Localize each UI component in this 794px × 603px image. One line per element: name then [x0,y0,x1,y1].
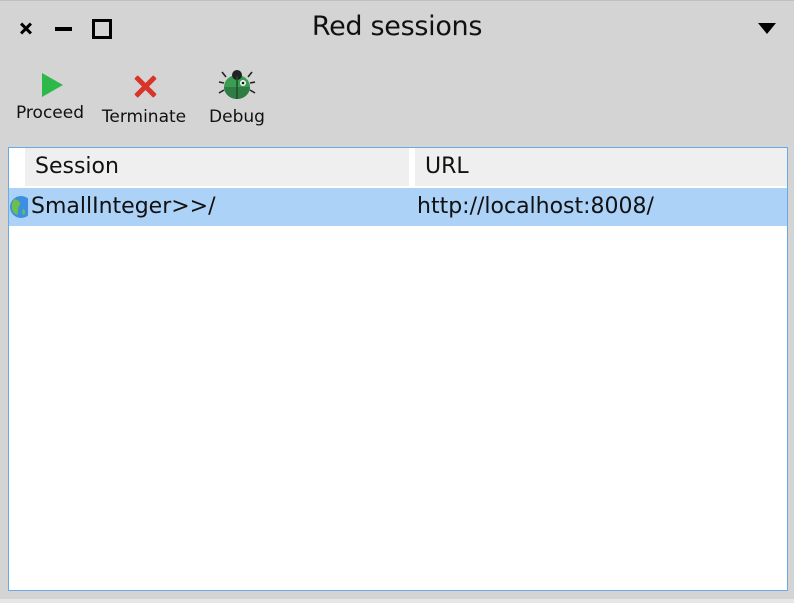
column-header-session[interactable]: Session [25,148,411,186]
menu-triangle-icon[interactable] [756,21,778,37]
globe-icon [10,196,32,218]
red-sessions-window: Red sessions Proceed Terminate Debug Ses… [0,0,794,603]
x-icon [100,63,188,103]
toolbar: Proceed Terminate Debug [0,63,794,143]
table-row[interactable]: SmallInteger>>/ http://localhost:8008/ [9,188,787,226]
debug-button[interactable]: Debug [204,63,270,133]
url-cell: http://localhost:8008/ [417,194,654,219]
debug-label: Debug [209,107,265,127]
session-cell: SmallInteger>>/ [31,194,216,219]
window-title: Red sessions [311,11,483,42]
table-header: Session URL [9,148,787,186]
bug-icon [204,63,270,103]
terminate-label: Terminate [101,107,187,127]
sessions-table[interactable]: Session URL SmallInteger>>/ http://local… [8,147,788,591]
column-header-url[interactable]: URL [415,148,787,186]
terminate-button[interactable]: Terminate [100,63,188,133]
header-gutter [9,148,25,186]
title-bar: Red sessions [0,1,794,57]
window-bottom-edge [0,599,794,603]
proceed-button[interactable]: Proceed [14,63,86,133]
play-icon [14,63,86,103]
proceed-label: Proceed [15,103,85,123]
